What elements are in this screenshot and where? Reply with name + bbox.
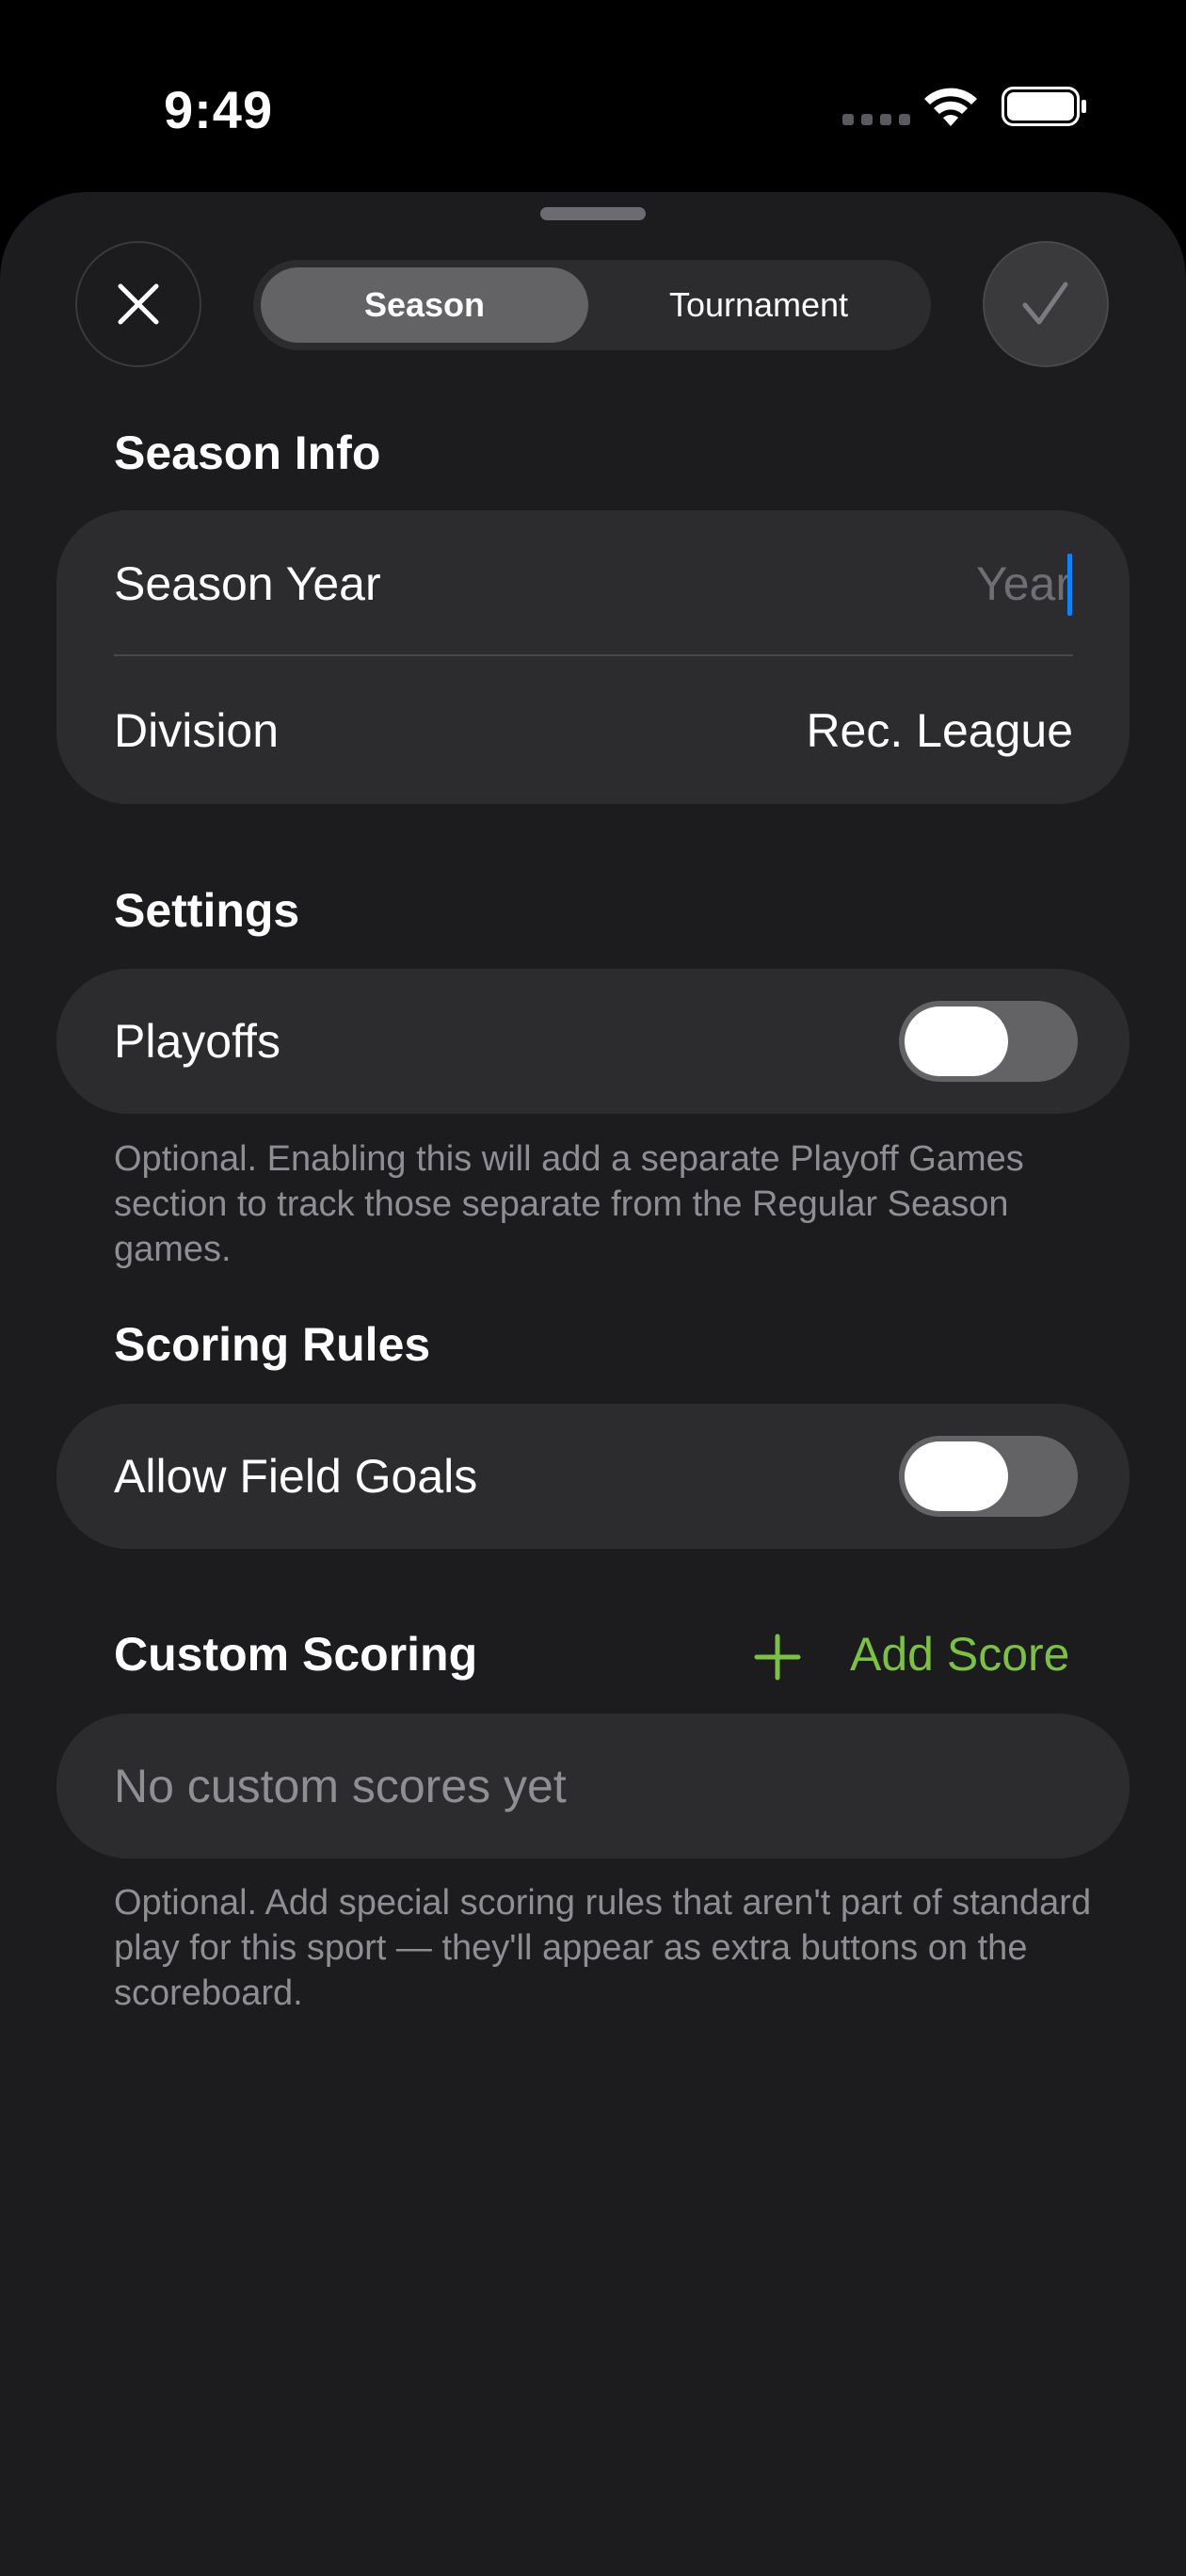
custom-scores-card: No custom scores yet [56,1714,1130,1859]
close-button[interactable] [75,241,201,367]
cellular-signal-icon [842,114,910,125]
playoffs-toggle[interactable] [899,1001,1078,1082]
section-title-scoring-rules: Scoring Rules [114,1318,431,1371]
playoffs-label: Playoffs [114,1015,280,1068]
status-bar: 9:49 [0,0,1186,188]
close-icon [118,283,159,325]
field-goals-label: Allow Field Goals [114,1450,478,1503]
playoffs-footnote: Optional. Enabling this will add a separ… [114,1139,1024,1269]
status-time: 9:49 [164,80,274,139]
toggle-knob [905,1441,1008,1511]
text-cursor [1067,554,1072,616]
settings-card: Playoffs [56,969,1130,1114]
season-tournament-segmented-control: Season Tournament [253,260,931,350]
sheet-grabber[interactable] [540,207,646,220]
segment-tournament[interactable]: Tournament [592,267,925,343]
checkmark-icon [1022,282,1068,325]
field-goals-toggle[interactable] [899,1436,1078,1517]
section-title-season-info: Season Info [114,427,381,479]
confirm-button[interactable] [983,241,1109,367]
row-divider [114,654,1073,656]
plus-icon [754,1634,801,1681]
season-year-input[interactable]: Year [976,556,1071,611]
empty-custom-scores-text: No custom scores yet [114,1760,567,1812]
section-title-settings: Settings [114,884,300,937]
season-year-label: Season Year [114,557,381,610]
battery-icon [1002,87,1086,126]
division-label: Division [114,704,280,757]
custom-scoring-footnote: Optional. Add special scoring rules that… [114,1883,1092,2013]
division-picker[interactable]: Rec. League [806,703,1073,758]
scoring-rules-card: Allow Field Goals [56,1404,1130,1549]
wifi-icon [924,88,977,126]
segment-season[interactable]: Season [261,267,588,343]
add-score-label: Add Score [850,1628,1070,1681]
section-title-custom-scoring: Custom Scoring [114,1628,478,1681]
toggle-knob [905,1006,1008,1076]
season-info-card: Season Year Year Division Rec. League [56,510,1130,804]
